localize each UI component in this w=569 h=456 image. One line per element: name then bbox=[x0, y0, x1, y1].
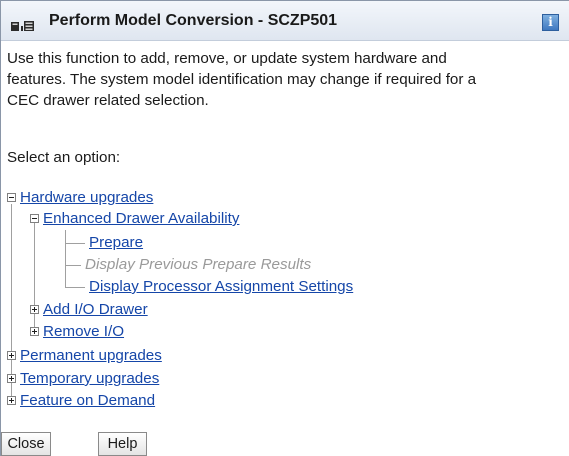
expand-icon[interactable] bbox=[7, 396, 16, 405]
expand-icon[interactable] bbox=[30, 327, 39, 336]
perform-model-conversion-window: Perform Model Conversion - SCZP501 i Use… bbox=[0, 0, 569, 456]
tree-item-add-io-drawer[interactable]: Add I/O Drawer bbox=[43, 301, 148, 319]
tree-item-display-processor-assignment-settings[interactable]: Display Processor Assignment Settings bbox=[89, 278, 353, 296]
description-line-2: features. The system model identificatio… bbox=[7, 71, 477, 88]
expand-icon[interactable] bbox=[7, 351, 16, 360]
task-icon bbox=[11, 21, 34, 31]
window-title: Perform Model Conversion - SCZP501 bbox=[49, 12, 338, 29]
tree-item-feature-on-demand[interactable]: Feature on Demand bbox=[20, 392, 155, 410]
expand-icon[interactable] bbox=[7, 374, 16, 383]
collapse-icon[interactable] bbox=[7, 193, 16, 202]
description-line-3: CEC drawer related selection. bbox=[7, 92, 209, 109]
close-button[interactable]: Close bbox=[1, 432, 51, 456]
title-bar: Perform Model Conversion - SCZP501 i bbox=[1, 1, 569, 41]
description-line-1: Use this function to add, remove, or upd… bbox=[7, 50, 447, 67]
collapse-icon[interactable] bbox=[30, 214, 39, 223]
description-text: Use this function to add, remove, or upd… bbox=[7, 48, 569, 111]
expand-icon[interactable] bbox=[30, 305, 39, 314]
tree-item-display-previous-prepare-results: Display Previous Prepare Results bbox=[85, 256, 312, 273]
tree-item-permanent-upgrades[interactable]: Permanent upgrades bbox=[20, 347, 162, 365]
help-button[interactable]: Help bbox=[98, 432, 147, 456]
tree-item-prepare[interactable]: Prepare bbox=[89, 234, 143, 252]
tree-item-temporary-upgrades[interactable]: Temporary upgrades bbox=[20, 370, 159, 388]
tree-item-remove-io[interactable]: Remove I/O bbox=[43, 323, 124, 341]
info-icon[interactable]: i bbox=[542, 14, 559, 31]
tree-item-enhanced-drawer-availability[interactable]: Enhanced Drawer Availability bbox=[43, 210, 239, 228]
tree-item-hardware-upgrades[interactable]: Hardware upgrades bbox=[20, 189, 153, 207]
select-option-label: Select an option: bbox=[7, 149, 121, 166]
